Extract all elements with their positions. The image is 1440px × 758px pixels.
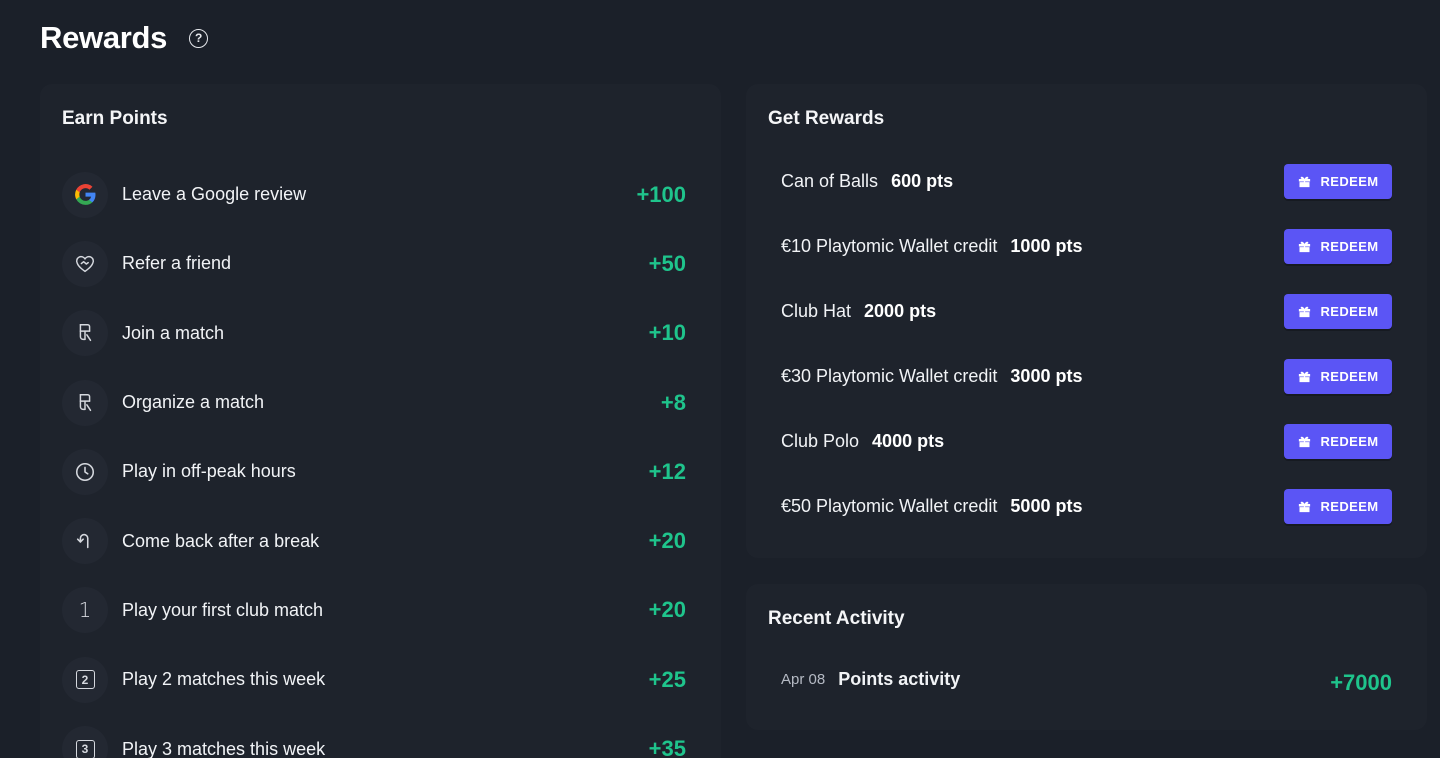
- page-title: Rewards: [40, 20, 168, 55]
- gift-icon: [1297, 239, 1312, 254]
- earn-item-label: Play 2 matches this week: [122, 669, 326, 690]
- earn-item-label: Come back after a break: [122, 530, 320, 551]
- redeem-button[interactable]: REDEEM: [1284, 489, 1392, 524]
- earn-item: Refer a friend +50: [62, 229, 686, 298]
- reward-item: €50 Playtomic Wallet credit 5000 pts RED…: [781, 474, 1392, 539]
- reward-item: Club Polo 4000 pts REDEEM: [781, 409, 1392, 474]
- earn-item: Come back after a break +20: [62, 506, 686, 575]
- earn-points-card: Earn Points Leave a Google review +100 R…: [40, 84, 721, 758]
- number-one-glyph: 1: [78, 598, 92, 623]
- heart-handshake-icon: [62, 240, 108, 287]
- get-rewards-title: Get Rewards: [768, 108, 885, 129]
- earn-item-label: Play your first club match: [122, 599, 324, 620]
- redeem-button[interactable]: REDEEM: [1284, 229, 1392, 264]
- earn-item-label: Leave a Google review: [122, 184, 307, 205]
- redeem-button[interactable]: REDEEM: [1284, 424, 1392, 459]
- redeem-label: REDEEM: [1320, 304, 1379, 319]
- earn-item-label: Join a match: [122, 322, 225, 343]
- help-icon[interactable]: ?: [189, 28, 209, 48]
- earn-item-points: +25: [648, 666, 686, 692]
- reward-cost: 3000 pts: [1010, 366, 1083, 386]
- reward-cost: 4000 pts: [872, 431, 945, 451]
- gift-icon: [1297, 369, 1312, 384]
- reward-cost: 2000 pts: [864, 301, 937, 321]
- gift-icon: [1297, 499, 1312, 514]
- redeem-label: REDEEM: [1320, 499, 1379, 514]
- reward-name: Club Hat: [781, 301, 852, 321]
- reward-item: Can of Balls 600 pts REDEEM: [781, 149, 1392, 214]
- reward-name: Club Polo: [781, 431, 860, 451]
- earn-item-label: Play 3 matches this week: [122, 738, 326, 758]
- earn-item-label: Organize a match: [122, 392, 265, 413]
- earn-points-title: Earn Points: [62, 108, 168, 129]
- earn-points-list: Leave a Google review +100 Refer a frien…: [62, 160, 686, 758]
- redeem-button[interactable]: REDEEM: [1284, 164, 1392, 199]
- earn-item-points: +12: [648, 458, 686, 484]
- reward-item: €30 Playtomic Wallet credit 3000 pts RED…: [781, 344, 1392, 409]
- earn-item-label: Play in off-peak hours: [122, 461, 296, 482]
- square-two-glyph: 2: [75, 670, 95, 690]
- google-icon: [62, 171, 108, 218]
- earn-item-points: +100: [636, 181, 686, 207]
- reward-item: €10 Playtomic Wallet credit 1000 pts RED…: [781, 214, 1392, 279]
- court-icon: [62, 310, 108, 357]
- activity-date: Apr 08: [781, 670, 826, 688]
- activity-label: Points activity: [838, 668, 961, 689]
- redeem-button[interactable]: REDEEM: [1284, 359, 1392, 394]
- court-icon: [62, 379, 108, 426]
- reward-cost: 600 pts: [891, 171, 954, 191]
- earn-item-points: +10: [648, 320, 686, 346]
- return-arrow-icon: [62, 518, 108, 565]
- earn-item-points: +20: [648, 597, 686, 623]
- earn-item: 3 Play 3 matches this week +35: [62, 714, 686, 758]
- earn-item-points: +20: [648, 528, 686, 554]
- gift-icon: [1297, 304, 1312, 319]
- square-two-icon: 2: [62, 656, 108, 703]
- reward-cost: 1000 pts: [1010, 236, 1083, 256]
- number-one-icon: 1: [62, 587, 108, 634]
- earn-item: 1 Play your first club match +20: [62, 576, 686, 645]
- reward-item: Club Hat 2000 pts REDEEM: [781, 279, 1392, 344]
- activity-points: +7000: [1330, 670, 1392, 695]
- redeem-label: REDEEM: [1320, 239, 1379, 254]
- gift-icon: [1297, 434, 1312, 449]
- earn-item-points: +8: [660, 389, 686, 415]
- clock-icon: [62, 448, 108, 495]
- earn-item-points: +50: [648, 250, 686, 276]
- gift-icon: [1297, 174, 1312, 189]
- earn-item: 2 Play 2 matches this week +25: [62, 645, 686, 714]
- recent-activity-title: Recent Activity: [768, 608, 905, 629]
- activity-item: Apr 08 Points activity +7000: [781, 662, 1392, 696]
- square-three-glyph: 3: [75, 739, 95, 758]
- recent-activity-card: Recent Activity Apr 08 Points activity +…: [746, 584, 1427, 730]
- redeem-label: REDEEM: [1320, 369, 1379, 384]
- earn-item: Join a match +10: [62, 299, 686, 368]
- reward-name: €30 Playtomic Wallet credit: [781, 366, 998, 386]
- reward-cost: 5000 pts: [1010, 496, 1083, 516]
- earn-item: Leave a Google review +100: [62, 160, 686, 229]
- earn-item-label: Refer a friend: [122, 253, 232, 274]
- redeem-button[interactable]: REDEEM: [1284, 294, 1392, 329]
- reward-name: Can of Balls: [781, 171, 879, 191]
- reward-name: €50 Playtomic Wallet credit: [781, 496, 998, 516]
- earn-item: Play in off-peak hours +12: [62, 437, 686, 506]
- reward-name: €10 Playtomic Wallet credit: [781, 236, 998, 256]
- get-rewards-card: Get Rewards Can of Balls 600 pts REDEEM …: [746, 84, 1427, 558]
- earn-item-points: +35: [648, 736, 686, 758]
- redeem-label: REDEEM: [1320, 434, 1379, 449]
- earn-item: Organize a match +8: [62, 368, 686, 437]
- square-three-icon: 3: [62, 726, 108, 758]
- page-header: Rewards ?: [40, 18, 209, 58]
- reward-list: Can of Balls 600 pts REDEEM €10 Playtomi…: [781, 149, 1392, 539]
- redeem-label: REDEEM: [1320, 174, 1379, 189]
